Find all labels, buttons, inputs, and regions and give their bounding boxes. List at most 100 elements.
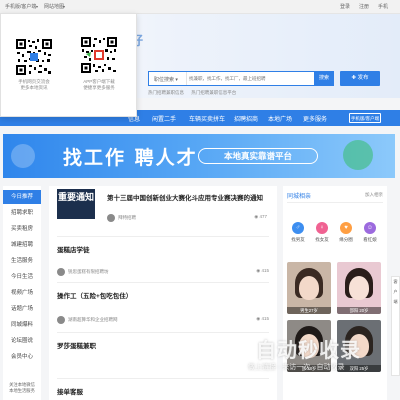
photo-face bbox=[299, 334, 319, 358]
category-circle[interactable]: ♥ 缘分圈 bbox=[335, 222, 357, 243]
category-label: 找女友 bbox=[315, 237, 329, 242]
avatar bbox=[57, 316, 65, 324]
view-count: ◉ 477 bbox=[254, 214, 267, 220]
mobile-version-link[interactable]: 手机版/客户端 bbox=[5, 3, 36, 10]
post-title[interactable]: 罗莎蛋糕兼职 bbox=[57, 340, 271, 350]
float-label: 客 bbox=[393, 279, 398, 284]
heart-icon: ♥ bbox=[340, 222, 352, 234]
register-link[interactable]: 注册 bbox=[359, 3, 369, 10]
profile-caption: 双阳 25岁 bbox=[337, 365, 381, 372]
app-qr-code-image bbox=[80, 36, 118, 74]
list-item[interactable]: 接单客服 bbox=[57, 386, 271, 396]
list-item[interactable]: 第十三届中国创新创业大赛化斗应用专业赛决赛的通知 拜特招聘 ◉ 477 bbox=[107, 192, 267, 222]
profile-caption: 邵阳 20岁 bbox=[337, 307, 381, 314]
list-item[interactable]: 罗莎蛋糕兼职 bbox=[57, 340, 271, 350]
list-item[interactable]: 操作工（五险+包吃包住） 湖南超算华和企业招聘网 ◉ 415 bbox=[57, 290, 271, 324]
view-count-value: 415 bbox=[261, 316, 269, 321]
floating-toolbar[interactable]: 客 户 端 bbox=[391, 276, 400, 376]
post-title[interactable]: 蛋糕店学徒 bbox=[57, 244, 271, 254]
post-meta: 湖南超算华和企业招聘网 bbox=[57, 316, 118, 324]
list-item[interactable]: 蛋糕店学徒 锐思蛋糕有限招聘坊 ◉ 415 bbox=[57, 244, 271, 276]
sidebar-item-today[interactable]: 今日推荐 bbox=[3, 190, 41, 204]
panel-title[interactable]: 同城相亲 bbox=[287, 191, 311, 200]
search-category-label: 职位搜索 bbox=[154, 77, 175, 83]
sidebar-item-city-jobs[interactable]: 城建招聘 bbox=[3, 238, 41, 252]
post-feed: 重要通知 第十三届中国创新创业大赛化斗应用专业赛决赛的通知 拜特招聘 ◉ 477… bbox=[49, 186, 277, 400]
male-icon: ♂ bbox=[292, 222, 304, 234]
mobile-version-button[interactable]: 手机版/客户端 bbox=[349, 113, 381, 123]
sidebar-item-topics[interactable]: 话题广场 bbox=[3, 302, 41, 316]
sidebar-item-housing[interactable]: 买卖租房 bbox=[3, 222, 41, 236]
sidebar-item-forum[interactable]: 论坛圈说 bbox=[3, 334, 41, 348]
nav-item-secondhand[interactable]: 闲置二手 bbox=[152, 114, 176, 123]
divider bbox=[57, 236, 269, 237]
hero-banner[interactable]: 找工作 聘人才 本地真实靠谱平台 bbox=[3, 134, 395, 178]
top-bar: 手机版/客户端 ▾ 网站地图 ▾ 登录 注册 手机 bbox=[0, 0, 400, 14]
sidebar-footer-line: 本地生活服务 bbox=[9, 388, 35, 393]
nav-item-recruit[interactable]: 招聘招商 bbox=[234, 114, 258, 123]
dating-panel: 同城相亲 加入相亲 ♂ 找男友 ♀ 找女友 ♥ 缘分圈 ☺ 看红娘 男生27岁 … bbox=[283, 186, 387, 400]
float-label: 户 bbox=[393, 289, 398, 294]
profile-photo[interactable]: 男生27岁 bbox=[287, 262, 331, 314]
chevron-down-icon: ▾ bbox=[175, 77, 178, 83]
divider bbox=[57, 282, 269, 283]
avatar bbox=[107, 214, 115, 222]
phone-link[interactable]: 手机 bbox=[378, 3, 388, 10]
join-dating-link[interactable]: 加入相亲 bbox=[365, 192, 383, 198]
post-author[interactable]: 拜特招聘 bbox=[118, 215, 136, 220]
sidebar-item-jobs[interactable]: 招聘求职 bbox=[3, 206, 41, 220]
post-title[interactable]: 第十三届中国创新创业大赛化斗应用专业赛决赛的通知 bbox=[107, 192, 267, 202]
float-label: 端 bbox=[393, 299, 398, 304]
publish-button[interactable]: ✚ 发布 bbox=[340, 71, 380, 86]
sidebar-item-video[interactable]: 视频广场 bbox=[3, 286, 41, 300]
sidebar-item-life[interactable]: 今日生活 bbox=[3, 270, 41, 284]
category-label: 看红娘 bbox=[363, 237, 377, 242]
banner-headline: 找工作 聘人才 bbox=[63, 147, 198, 169]
post-title[interactable]: 操作工（五险+包吃包住） bbox=[57, 290, 271, 300]
search-bar: 职位搜索 ▾ 搜索 bbox=[148, 71, 334, 86]
view-count-value: 477 bbox=[259, 214, 267, 219]
category-find-girlfriend[interactable]: ♀ 找女友 bbox=[311, 222, 333, 243]
nav-item-local-square[interactable]: 本地广场 bbox=[268, 114, 292, 123]
sidebar-item-news[interactable]: 同城爆料 bbox=[3, 318, 41, 332]
photo-face bbox=[349, 276, 369, 300]
view-count-value: 415 bbox=[261, 268, 269, 273]
post-meta: 拜特招聘 bbox=[107, 214, 136, 222]
post-author[interactable]: 锐思蛋糕有限招聘坊 bbox=[68, 269, 109, 274]
hot-keyword[interactable]: 热门招聘兼职信息平台 bbox=[191, 90, 236, 95]
photo-face bbox=[349, 334, 369, 358]
nav-item-vehicles[interactable]: 车辆买卖拼车 bbox=[189, 114, 225, 123]
notice-thumbnail[interactable]: 重要通知 bbox=[57, 189, 95, 219]
post-title[interactable]: 接单客服 bbox=[57, 386, 271, 396]
sidebar-item-member[interactable]: 会员中心 bbox=[3, 350, 41, 364]
view-count: ◉ 415 bbox=[256, 268, 269, 274]
category-matchmaker[interactable]: ☺ 看红娘 bbox=[359, 222, 381, 243]
publish-button-label: 发布 bbox=[357, 75, 369, 81]
search-category-select[interactable]: 职位搜索 ▾ bbox=[149, 72, 187, 85]
profile-caption: 男生27岁 bbox=[287, 307, 331, 314]
chevron-down-icon: ▾ bbox=[63, 4, 66, 9]
photo-face bbox=[299, 276, 319, 300]
app-qr-caption: APP客户端下载 便捷享更多服务 bbox=[73, 79, 125, 91]
divider bbox=[57, 378, 269, 379]
sitemap-link[interactable]: 网站地图 bbox=[44, 3, 64, 10]
profile-photo[interactable]: 邵阳 20岁 bbox=[337, 262, 381, 314]
avatar bbox=[57, 268, 65, 276]
category-label: 找男友 bbox=[291, 237, 305, 242]
user-icon: ☺ bbox=[364, 222, 376, 234]
chevron-down-icon: ▾ bbox=[36, 4, 39, 9]
login-link[interactable]: 登录 bbox=[340, 3, 350, 10]
banner-tagline: 本地真实靠谱平台 bbox=[198, 148, 318, 164]
panel-header: 同城相亲 加入相亲 bbox=[287, 191, 383, 203]
search-button[interactable]: 搜索 bbox=[314, 71, 334, 86]
view-count: ◉ 415 bbox=[256, 316, 269, 322]
profile-photo[interactable]: 邵 28岁 bbox=[287, 320, 331, 372]
search-input[interactable] bbox=[189, 73, 317, 84]
sidebar-item-services[interactable]: 生活服务 bbox=[3, 254, 41, 268]
category-find-boyfriend[interactable]: ♂ 找男友 bbox=[287, 222, 309, 243]
hot-keyword[interactable]: 热门招聘兼职信息 bbox=[148, 90, 184, 95]
post-author[interactable]: 湖南超算华和企业招聘网 bbox=[68, 317, 118, 322]
nav-item-more[interactable]: 更多服务 bbox=[303, 114, 327, 123]
profile-photo[interactable]: 双阳 25岁 bbox=[337, 320, 381, 372]
qr-caption-line: 便捷享更多服务 bbox=[83, 85, 115, 90]
